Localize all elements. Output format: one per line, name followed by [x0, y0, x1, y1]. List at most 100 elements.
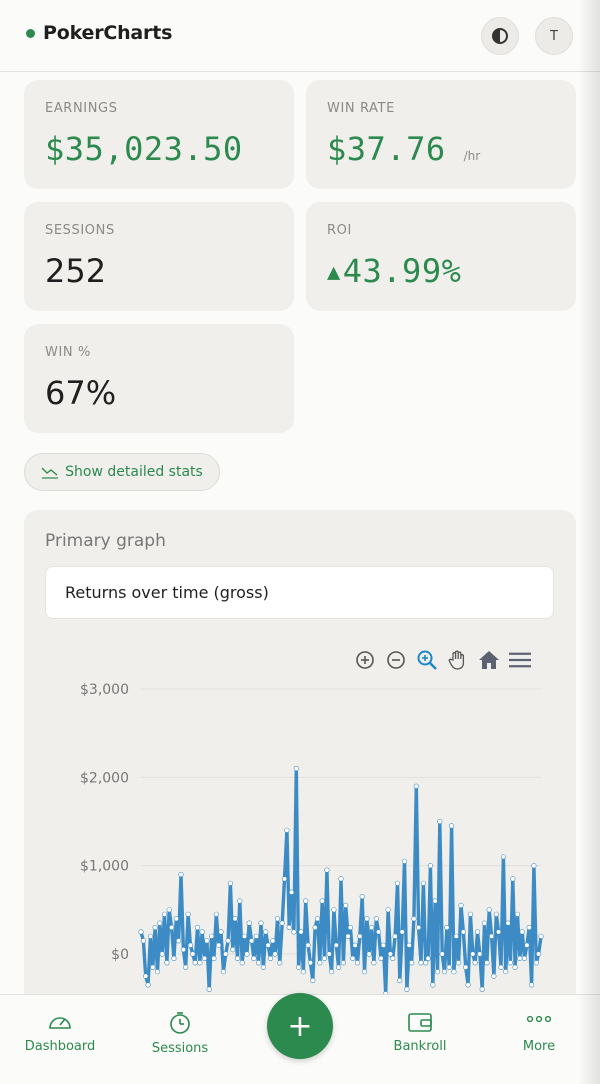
add-session-button[interactable]: + [267, 993, 333, 1059]
data-point[interactable] [171, 955, 177, 962]
data-point[interactable] [359, 894, 365, 900]
data-point[interactable] [150, 964, 156, 970]
data-point[interactable] [380, 942, 387, 948]
data-point[interactable] [317, 960, 323, 966]
data-point[interactable] [432, 898, 438, 904]
data-point[interactable] [486, 907, 492, 913]
data-point[interactable] [256, 960, 262, 966]
data-point[interactable] [361, 969, 368, 975]
data-point[interactable] [430, 982, 436, 988]
data-point[interactable] [279, 920, 285, 926]
data-point[interactable] [366, 951, 372, 957]
data-point[interactable] [289, 889, 295, 895]
data-point[interactable] [460, 929, 467, 935]
data-point[interactable] [161, 911, 168, 917]
data-point[interactable] [154, 969, 161, 975]
data-point[interactable] [258, 920, 264, 926]
data-point[interactable] [312, 924, 318, 931]
reset-zoom-button[interactable] [478, 649, 500, 671]
data-point[interactable] [481, 920, 488, 926]
data-point[interactable] [449, 823, 455, 829]
data-point[interactable] [241, 933, 248, 939]
data-point[interactable] [185, 911, 191, 917]
data-point[interactable] [343, 902, 349, 908]
selection-zoom-button[interactable] [416, 649, 438, 671]
data-point[interactable] [183, 964, 189, 970]
data-point[interactable] [307, 960, 314, 966]
nav-sessions[interactable]: Sessions [135, 1011, 225, 1056]
data-point[interactable] [373, 916, 379, 922]
data-point[interactable] [401, 858, 408, 864]
data-point[interactable] [441, 969, 448, 975]
data-point[interactable] [385, 907, 391, 913]
data-point[interactable] [329, 969, 335, 975]
data-point[interactable] [418, 960, 424, 966]
data-point[interactable] [467, 911, 474, 917]
data-point[interactable] [434, 969, 441, 975]
data-point[interactable] [164, 960, 170, 966]
data-point[interactable] [399, 929, 405, 935]
data-point[interactable] [423, 960, 429, 966]
data-point[interactable] [507, 960, 514, 966]
data-point[interactable] [216, 942, 222, 948]
show-detailed-stats-button[interactable]: Show detailed stats [24, 453, 220, 491]
data-point[interactable] [173, 916, 179, 922]
data-point[interactable] [529, 982, 535, 988]
data-point[interactable] [397, 977, 403, 984]
data-point[interactable] [470, 951, 476, 957]
data-point[interactable] [204, 938, 210, 944]
data-point[interactable] [336, 964, 342, 970]
data-point[interactable] [206, 986, 212, 992]
data-point[interactable] [451, 969, 457, 975]
data-point[interactable] [512, 964, 518, 970]
data-point[interactable] [232, 916, 238, 922]
data-point[interactable] [265, 942, 271, 948]
data-point[interactable] [456, 960, 462, 966]
data-point[interactable] [500, 854, 507, 860]
data-point[interactable] [347, 924, 354, 931]
data-point[interactable] [425, 955, 431, 962]
data-point[interactable] [477, 951, 483, 957]
data-point[interactable] [503, 969, 509, 975]
data-point[interactable] [305, 942, 311, 948]
data-point[interactable] [484, 960, 490, 966]
data-point[interactable] [178, 871, 184, 878]
data-point[interactable] [147, 933, 153, 939]
data-point[interactable] [533, 960, 539, 966]
data-point[interactable] [411, 916, 417, 922]
data-point[interactable] [281, 876, 288, 882]
data-point[interactable] [524, 942, 530, 948]
data-point[interactable] [197, 960, 203, 966]
graph-type-select[interactable]: Returns over time (gross) [45, 566, 554, 619]
zoom-out-button[interactable] [385, 649, 407, 671]
data-point[interactable] [404, 986, 410, 992]
data-point[interactable] [340, 960, 347, 966]
data-point[interactable] [491, 973, 497, 979]
data-point[interactable] [192, 960, 198, 966]
data-point[interactable] [227, 880, 233, 886]
data-point[interactable] [230, 947, 236, 953]
data-point[interactable] [274, 916, 281, 922]
data-point[interactable] [409, 960, 415, 966]
data-point[interactable] [277, 960, 283, 966]
data-point[interactable] [223, 951, 229, 957]
data-point[interactable] [152, 924, 158, 931]
data-point[interactable] [314, 916, 321, 922]
data-point[interactable] [392, 933, 398, 939]
data-point[interactable] [267, 955, 273, 962]
data-point[interactable] [225, 938, 231, 944]
data-point[interactable] [416, 924, 422, 931]
data-point[interactable] [345, 933, 351, 939]
data-point[interactable] [519, 929, 525, 935]
data-point[interactable] [263, 929, 269, 935]
data-point[interactable] [496, 929, 502, 935]
data-point[interactable] [378, 955, 384, 962]
data-point[interactable] [296, 964, 302, 970]
data-point[interactable] [251, 955, 257, 962]
pan-button[interactable] [447, 649, 469, 671]
data-point[interactable] [517, 955, 523, 962]
data-point[interactable] [169, 924, 175, 931]
data-point[interactable] [350, 955, 356, 962]
data-point[interactable] [218, 929, 224, 935]
data-point[interactable] [369, 924, 375, 931]
